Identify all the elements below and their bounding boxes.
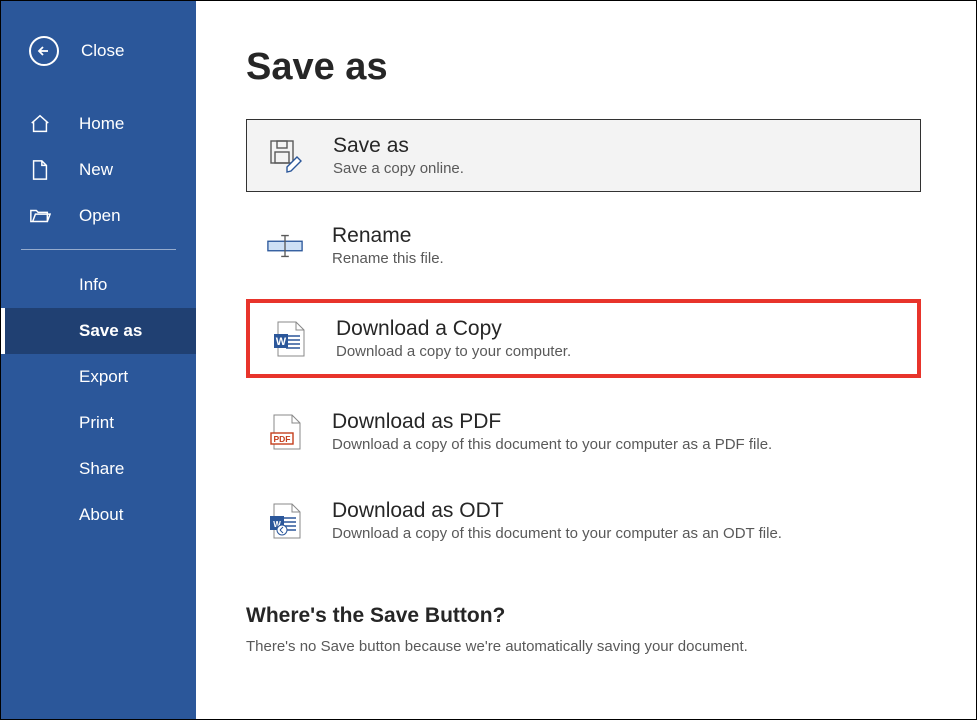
option-download-copy[interactable]: W Download a Copy Download a copy to you… — [246, 299, 921, 378]
save-as-icon — [267, 137, 305, 175]
option-text: Download a Copy Download a copy to your … — [336, 317, 571, 360]
rename-icon — [266, 227, 304, 265]
svg-text:PDF: PDF — [274, 434, 291, 444]
footer-section: Where's the Save Button? There's no Save… — [246, 604, 921, 655]
sidebar-item-new[interactable]: New — [1, 147, 196, 193]
back-arrow-icon — [29, 36, 59, 66]
close-button[interactable]: Close — [1, 31, 196, 71]
close-label: Close — [81, 41, 124, 61]
sidebar-item-label: Save as — [79, 321, 142, 341]
sidebar-divider — [21, 249, 176, 250]
odt-icon: W — [266, 502, 304, 540]
option-text: Download as PDF Download a copy of this … — [332, 410, 772, 453]
open-icon — [29, 205, 51, 227]
sidebar-item-print[interactable]: Print — [1, 400, 196, 446]
backstage-sidebar: Close Home New Open Info — [1, 1, 196, 719]
option-download-odt[interactable]: W Download as ODT Download a copy of thi… — [246, 485, 921, 556]
sidebar-item-label: New — [79, 160, 113, 180]
option-title: Download as PDF — [332, 410, 772, 434]
sidebar-item-label: Info — [79, 275, 107, 295]
sidebar-item-about[interactable]: About — [1, 492, 196, 538]
option-title: Rename — [332, 224, 444, 248]
option-desc: Download a copy to your computer. — [336, 343, 571, 360]
sidebar-item-open[interactable]: Open — [1, 193, 196, 239]
word-doc-icon: W — [270, 320, 308, 358]
sidebar-item-share[interactable]: Share — [1, 446, 196, 492]
svg-text:W: W — [276, 336, 287, 348]
sidebar-item-export[interactable]: Export — [1, 354, 196, 400]
sidebar-item-label: Share — [79, 459, 124, 479]
option-title: Download as ODT — [332, 499, 782, 523]
page-title: Save as — [246, 46, 921, 89]
option-text: Download as ODT Download a copy of this … — [332, 499, 782, 542]
new-icon — [29, 159, 51, 181]
sidebar-item-label: Home — [79, 114, 124, 134]
option-desc: Download a copy of this document to your… — [332, 525, 782, 542]
option-text: Save as Save a copy online. — [333, 134, 464, 177]
pdf-icon: PDF — [266, 413, 304, 451]
footer-title: Where's the Save Button? — [246, 604, 921, 628]
sidebar-item-label: Export — [79, 367, 128, 387]
footer-desc: There's no Save button because we're aut… — [246, 638, 921, 655]
option-rename[interactable]: Rename Rename this file. — [246, 210, 921, 281]
option-desc: Save a copy online. — [333, 160, 464, 177]
home-icon — [29, 113, 51, 135]
sidebar-item-label: Print — [79, 413, 114, 433]
option-title: Save as — [333, 134, 464, 158]
option-save-as[interactable]: Save as Save a copy online. — [246, 119, 921, 192]
sidebar-item-label: Open — [79, 206, 121, 226]
sidebar-item-info[interactable]: Info — [1, 262, 196, 308]
sidebar-item-label: About — [79, 505, 123, 525]
sidebar-item-home[interactable]: Home — [1, 101, 196, 147]
main-content: Save as Save as Save a copy online. Rena… — [196, 1, 976, 719]
option-download-pdf[interactable]: PDF Download as PDF Download a copy of t… — [246, 396, 921, 467]
sidebar-item-save-as[interactable]: Save as — [1, 308, 196, 354]
option-title: Download a Copy — [336, 317, 571, 341]
option-desc: Rename this file. — [332, 250, 444, 267]
option-desc: Download a copy of this document to your… — [332, 436, 772, 453]
option-text: Rename Rename this file. — [332, 224, 444, 267]
